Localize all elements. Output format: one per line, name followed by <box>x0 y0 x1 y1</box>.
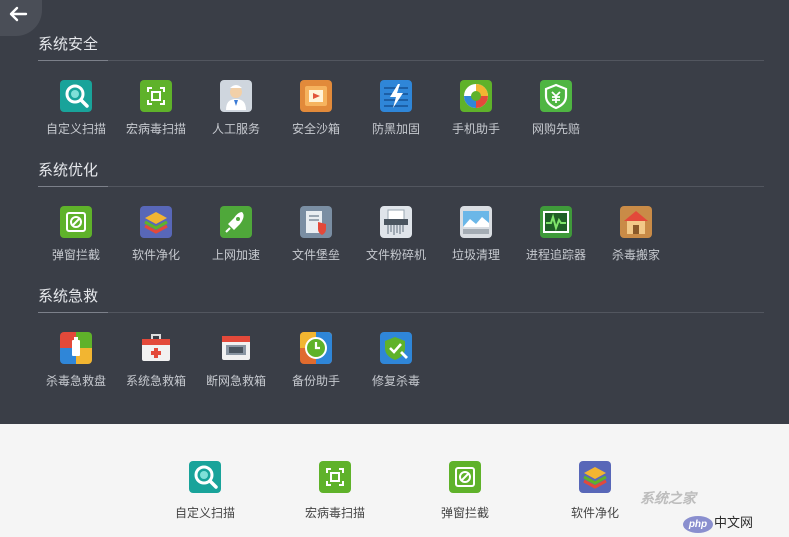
tool-anti-hack-hardening[interactable]: 防黑加固 <box>357 80 435 136</box>
anti-hack-hardening-icon <box>380 80 412 112</box>
tool-label: 断网急救箱 <box>205 374 266 388</box>
toolbox-panel: 系统安全 自定义扫描 宏病毒扫描 人工服务 安全沙箱 防黑加固 手机助手 网购先… <box>0 0 789 424</box>
tool-internet-boost[interactable]: 上网加速 <box>197 206 275 262</box>
tool-manual-service[interactable]: 人工服务 <box>197 80 275 136</box>
watermark-chinese-site: 中文网 <box>714 515 754 530</box>
software-purify-icon <box>579 461 611 493</box>
popup-block-icon <box>449 461 481 493</box>
pinned-popup-block[interactable]: 弹窗拦截 <box>420 461 510 521</box>
pinned-label: 软件净化 <box>570 506 619 520</box>
tool-label: 人工服务 <box>211 122 260 136</box>
pinned-label: 宏病毒扫描 <box>304 506 365 520</box>
pinned-software-purify[interactable]: 软件净化 <box>550 461 640 521</box>
tool-label: 杀毒急救盘 <box>45 374 106 388</box>
back-button[interactable] <box>0 0 42 36</box>
shopping-compensation-icon <box>540 80 572 112</box>
junk-cleanup-icon <box>460 206 492 238</box>
backup-assistant-icon <box>300 332 332 364</box>
tool-label: 系统急救箱 <box>125 374 186 388</box>
section-system-rescue: 系统急救 <box>38 287 768 313</box>
tool-label: 安全沙箱 <box>291 122 340 136</box>
tool-process-tracker[interactable]: 进程追踪器 <box>517 206 595 262</box>
pinned-custom-scan[interactable]: 自定义扫描 <box>160 461 250 521</box>
tool-label: 备份助手 <box>291 374 340 388</box>
tool-label: 宏病毒扫描 <box>125 122 186 136</box>
popup-block-icon <box>60 206 92 238</box>
pinned-label: 弹窗拦截 <box>440 506 489 520</box>
tool-system-rescue-kit[interactable]: 系统急救箱 <box>117 332 195 388</box>
antivirus-relocate-icon <box>620 206 652 238</box>
macro-virus-scan-icon <box>140 80 172 112</box>
tool-security-sandbox[interactable]: 安全沙箱 <box>277 80 355 136</box>
section-divider <box>38 186 764 187</box>
tool-label: 手机助手 <box>451 122 500 136</box>
section-divider <box>38 60 764 61</box>
network-rescue-kit-icon <box>220 332 252 364</box>
file-shredder-icon <box>380 206 412 238</box>
tool-label: 文件粉碎机 <box>365 248 426 262</box>
tool-backup-assistant[interactable]: 备份助手 <box>277 332 355 388</box>
tool-antivirus-relocate[interactable]: 杀毒搬家 <box>597 206 675 262</box>
tool-label: 杀毒搬家 <box>611 248 660 262</box>
phone-assistant-icon <box>460 80 492 112</box>
macro-virus-scan-icon <box>319 461 351 493</box>
tool-label: 网购先赔 <box>531 122 580 136</box>
tool-macro-virus-scan[interactable]: 宏病毒扫描 <box>117 80 195 136</box>
tool-label: 上网加速 <box>211 248 260 262</box>
section-system-optimize: 系统优化 <box>38 161 768 187</box>
pinned-tools-bar: 自定义扫描 宏病毒扫描 弹窗拦截 软件净化 <box>0 424 789 537</box>
section-divider <box>38 312 764 313</box>
rescue-disk-icon <box>60 332 92 364</box>
system-rescue-kit-icon <box>140 332 172 364</box>
tool-label: 垃圾清理 <box>451 248 500 262</box>
tool-label: 自定义扫描 <box>45 122 106 136</box>
tool-label: 修复杀毒 <box>371 374 420 388</box>
arrow-left-icon <box>9 6 28 22</box>
tool-label: 弹窗拦截 <box>51 248 100 262</box>
tool-label: 软件净化 <box>131 248 180 262</box>
internet-boost-icon <box>220 206 252 238</box>
tool-label: 文件堡垒 <box>291 248 340 262</box>
file-fortress-icon <box>300 206 332 238</box>
tool-shopping-compensation[interactable]: 网购先赔 <box>517 80 595 136</box>
watermark-xitongzhijia: 系统之家 <box>640 490 696 506</box>
tool-rescue-disk[interactable]: 杀毒急救盘 <box>37 332 115 388</box>
tool-custom-scan[interactable]: 自定义扫描 <box>37 80 115 136</box>
section-title: 系统急救 <box>38 288 99 305</box>
watermark-php-logo: php <box>683 516 713 533</box>
software-purify-icon <box>140 206 172 238</box>
tool-junk-cleanup[interactable]: 垃圾清理 <box>437 206 515 262</box>
security-sandbox-icon <box>300 80 332 112</box>
tool-phone-assistant[interactable]: 手机助手 <box>437 80 515 136</box>
section-title: 系统安全 <box>38 36 99 53</box>
tool-software-purify[interactable]: 软件净化 <box>117 206 195 262</box>
custom-scan-icon <box>60 80 92 112</box>
tool-label: 进程追踪器 <box>525 248 586 262</box>
tool-repair-antivirus[interactable]: 修复杀毒 <box>357 332 435 388</box>
custom-scan-icon <box>189 461 221 493</box>
tool-label: 防黑加固 <box>371 122 420 136</box>
repair-antivirus-icon <box>380 332 412 364</box>
section-title: 系统优化 <box>38 162 99 179</box>
section-system-security: 系统安全 <box>38 35 768 61</box>
process-tracker-icon <box>540 206 572 238</box>
manual-service-icon <box>220 80 252 112</box>
tool-popup-block[interactable]: 弹窗拦截 <box>37 206 115 262</box>
pinned-macro-virus-scan[interactable]: 宏病毒扫描 <box>290 461 380 521</box>
tool-file-fortress[interactable]: 文件堡垒 <box>277 206 355 262</box>
tool-file-shredder[interactable]: 文件粉碎机 <box>357 206 435 262</box>
pinned-label: 自定义扫描 <box>174 506 235 520</box>
tool-network-rescue-kit[interactable]: 断网急救箱 <box>197 332 275 388</box>
